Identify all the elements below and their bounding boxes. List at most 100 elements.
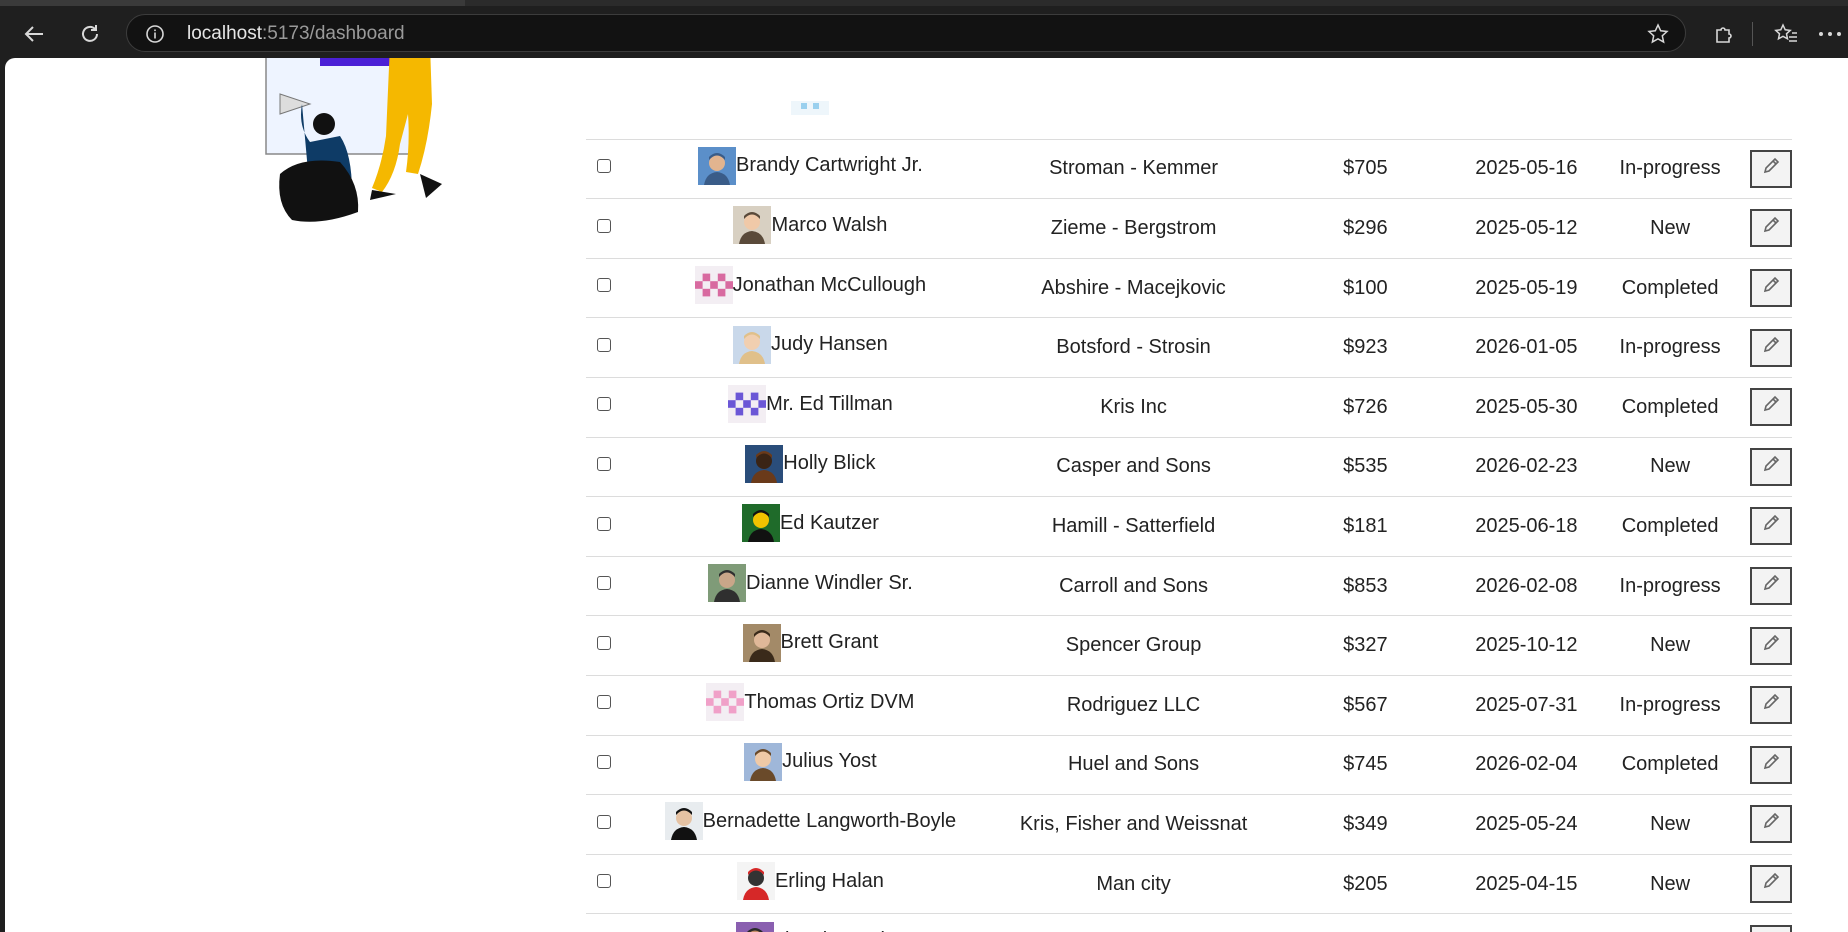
table-row: Dianne Windler Sr. Carroll and Sons $853 20…	[586, 556, 1792, 617]
status-cell: Completed	[1590, 913, 1750, 932]
info-icon[interactable]	[145, 24, 165, 48]
table-row: Jonathan McCullough Abshire - Macejkovic $…	[586, 258, 1792, 319]
table-row: Ed Kautzer Hamill - Satterfield $181 2025-0…	[586, 496, 1792, 557]
edit-button[interactable]	[1749, 924, 1792, 932]
table-row: Judy Hansen Botsford - Strosin $923 2026-01…	[586, 317, 1792, 378]
company-cell: Huel and Sons	[998, 735, 1269, 796]
date-cell: 2026-02-04	[1462, 735, 1591, 796]
favorite-star-icon[interactable]	[1647, 23, 1669, 49]
company-cell: Spencer Group	[998, 615, 1269, 676]
status-cell: New	[1590, 854, 1750, 915]
row-checkbox[interactable]	[597, 397, 612, 412]
avatar	[742, 623, 781, 662]
back-arrow-icon	[24, 26, 43, 42]
avatar	[736, 862, 775, 901]
row-checkbox[interactable]	[597, 576, 612, 591]
amount-cell: $726	[1268, 377, 1463, 438]
status-cell: Completed	[1590, 496, 1750, 557]
customer-name: Brett Grant	[780, 631, 879, 654]
table-row: Lionel Messi Barcelona$9992025-04-10Compl…	[586, 913, 1792, 932]
edit-button[interactable]	[1749, 686, 1792, 725]
address-bar[interactable]: localhost:5173/dashboard	[126, 14, 1686, 52]
date-cell: 2025-05-12	[1462, 198, 1591, 259]
pencil-icon	[1760, 512, 1782, 540]
pencil-icon	[1760, 751, 1782, 779]
reload-button[interactable]	[72, 16, 108, 52]
edit-button[interactable]	[1749, 805, 1792, 844]
customer-cell: Erling Halan	[736, 862, 884, 901]
company-cell: Carroll and Sons	[998, 556, 1269, 617]
more-button[interactable]	[1815, 16, 1845, 52]
customer-name: Julius Yost	[782, 750, 877, 773]
status-cell: In-progress	[1590, 675, 1750, 736]
row-checkbox[interactable]	[597, 874, 612, 889]
table-row: Erling Halan Man city $205 2025-04-15 New	[586, 854, 1792, 915]
edit-button[interactable]	[1749, 269, 1792, 308]
status-cell: Completed	[1590, 377, 1750, 438]
pencil-icon	[1760, 214, 1782, 242]
row-checkbox[interactable]	[597, 755, 612, 770]
edit-button[interactable]	[1749, 149, 1792, 188]
date-cell: 2025-04-10	[1462, 913, 1591, 932]
customer-name: Mr. Ed Tillman	[766, 392, 893, 415]
favorites-icon	[1774, 23, 1797, 42]
date-cell: 2025-06-18	[1462, 496, 1591, 557]
edit-button[interactable]	[1749, 388, 1792, 427]
row-checkbox[interactable]	[597, 218, 612, 233]
back-button[interactable]	[16, 16, 52, 52]
customer-name: Dianne Windler Sr.	[746, 571, 913, 594]
pencil-icon	[1760, 155, 1782, 183]
status-cell: Completed	[1590, 735, 1750, 796]
avatar	[708, 564, 747, 603]
company-cell: Casper and Sons	[998, 437, 1269, 498]
extensions-button[interactable]	[1706, 16, 1742, 52]
edit-button[interactable]	[1749, 507, 1792, 546]
row-checkbox[interactable]	[597, 457, 612, 472]
customer-cell: Marco Walsh	[733, 206, 888, 245]
amount-cell: $296	[1268, 198, 1463, 259]
edit-button[interactable]	[1749, 626, 1792, 665]
edit-button[interactable]	[1749, 447, 1792, 486]
url-text[interactable]: localhost:5173/dashboard	[187, 23, 405, 45]
avatar	[745, 444, 784, 483]
date-cell: 2025-05-16	[1462, 139, 1591, 200]
date-cell: 2026-02-23	[1462, 437, 1591, 498]
toolbar-divider	[1752, 22, 1753, 46]
pencil-icon	[1760, 810, 1782, 838]
customer-name: Erling Halan	[774, 869, 884, 892]
edit-button[interactable]	[1749, 567, 1792, 606]
team-illustration	[265, 58, 442, 222]
customer-cell: Holly Blick	[745, 444, 876, 483]
status-cell: New	[1590, 198, 1750, 259]
edit-button[interactable]	[1749, 209, 1792, 248]
edit-button[interactable]	[1749, 328, 1792, 367]
amount-cell: $853	[1268, 556, 1463, 617]
url-host: localhost	[187, 23, 262, 44]
more-icon	[1819, 32, 1841, 36]
row-checkbox[interactable]	[597, 814, 612, 829]
row-checkbox[interactable]	[597, 635, 612, 650]
table-row: Thomas Ortiz DVM Rodriguez LLC $567 2025-07…	[586, 675, 1792, 736]
avatar	[706, 683, 745, 722]
favorites-button[interactable]	[1768, 16, 1804, 52]
edit-button[interactable]	[1749, 745, 1792, 784]
customer-name: Holly Blick	[783, 452, 876, 475]
row-checkbox[interactable]	[597, 516, 612, 531]
row-checkbox[interactable]	[597, 159, 612, 174]
edit-button[interactable]	[1749, 865, 1792, 904]
page-content: Brandy Cartwright Jr. Stroman - Kemmer $70…	[5, 58, 1848, 932]
company-cell: Rodriguez LLC	[998, 675, 1269, 736]
table-row: Mr. Ed Tillman Kris Inc $726 2025-05-30 Comp…	[586, 377, 1792, 438]
row-checkbox[interactable]	[597, 337, 612, 352]
avatar	[728, 385, 767, 424]
row-checkbox[interactable]	[597, 695, 612, 710]
status-cell: In-progress	[1590, 556, 1750, 617]
avatar	[694, 266, 733, 305]
date-cell: 2025-07-31	[1462, 675, 1591, 736]
company-cell: Man city	[998, 854, 1269, 915]
customer-name: Marco Walsh	[771, 213, 888, 236]
avatar	[664, 802, 703, 841]
company-cell: Kris, Fisher and Weissnat	[998, 794, 1269, 855]
row-checkbox[interactable]	[597, 278, 612, 293]
customer-cell: Brett Grant	[742, 623, 879, 662]
